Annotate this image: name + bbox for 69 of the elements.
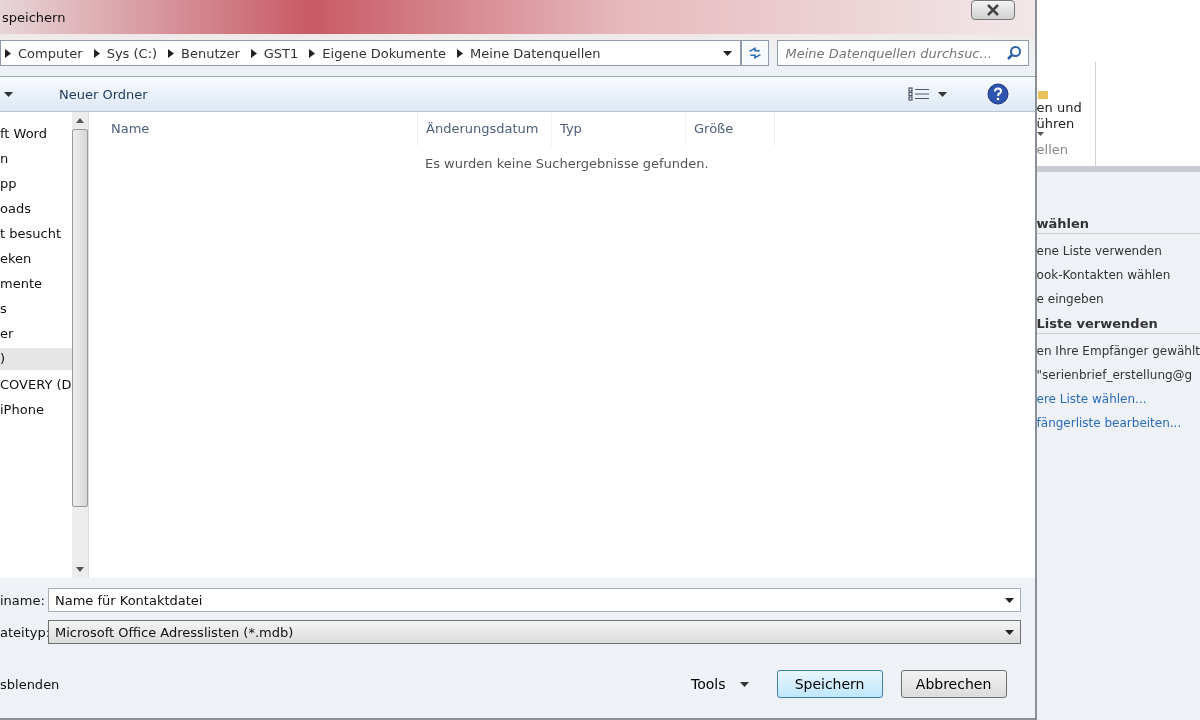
hide-folders-link[interactable]: sblenden (0, 676, 60, 692)
pane-option[interactable]: ene Liste verwenden (1036, 244, 1200, 258)
pane-text: en Ihre Empfänger gewählt (1036, 344, 1200, 358)
column-header[interactable]: Größe (686, 112, 775, 146)
scrollbar[interactable] (71, 112, 88, 578)
new-folder-button[interactable]: Neuer Ordner (53, 85, 154, 103)
chevron-icon (457, 48, 464, 58)
caret-icon[interactable] (937, 91, 947, 97)
window-title: speichern (2, 9, 66, 25)
refresh-button[interactable] (740, 40, 769, 66)
nav-item[interactable]: iPhone (0, 402, 72, 417)
caret-icon (739, 681, 749, 687)
dropdown-arrow-icon[interactable] (722, 50, 732, 56)
chevron-icon (168, 48, 175, 58)
breadcrumb-item[interactable]: Computer (18, 45, 83, 61)
nav-item[interactable]: ) (0, 348, 72, 370)
chevron-icon (309, 48, 316, 58)
breadcrumb-item[interactable]: Meine Datenquellen (470, 45, 601, 61)
nav-item[interactable]: er (0, 326, 72, 341)
ribbon-button-label[interactable]: en und ühren (1036, 100, 1082, 132)
scroll-down-arrow-icon[interactable] (75, 567, 84, 572)
refresh-arrows-icon (747, 45, 762, 61)
ribbon-group-label: ellen (1036, 142, 1069, 157)
close-button[interactable] (970, 0, 1015, 20)
nav-item[interactable]: ft Word (0, 126, 72, 141)
pane-text: "serienbrief_erstellung@g (1036, 368, 1194, 382)
column-header[interactable]: Name (91, 112, 418, 146)
nav-item[interactable]: mente (0, 276, 72, 291)
section-heading: Liste verwenden (1036, 316, 1200, 334)
cancel-button[interactable]: Abbrechen (900, 670, 1007, 698)
section-heading: wählen (1036, 216, 1200, 234)
nav-item[interactable]: s (0, 301, 72, 316)
empty-message: Es wurden keine Suchergebnisse gefunden. (425, 156, 710, 171)
chevron-icon (5, 48, 11, 58)
pane-option[interactable]: e eingeben (1036, 292, 1200, 306)
caret-icon[interactable] (4, 91, 13, 97)
pane-link[interactable]: fängerliste bearbeiten... (1036, 416, 1200, 430)
column-header[interactable]: Typ (552, 112, 686, 146)
breadcrumb-item[interactable]: Benutzer (181, 45, 240, 61)
breadcrumb-item[interactable]: Eigene Dokumente (322, 45, 447, 61)
tools-button[interactable]: Tools (685, 675, 755, 693)
caret-icon[interactable] (1036, 132, 1044, 136)
chevron-icon (93, 48, 100, 58)
nav-item[interactable]: oads (0, 201, 72, 216)
column-header[interactable]: Änderungsdatum (418, 112, 552, 146)
chevron-icon (250, 48, 257, 58)
nav-item[interactable]: t besucht (0, 226, 72, 241)
view-list-icon[interactable] (907, 87, 930, 101)
dropdown-arrow-icon[interactable] (1004, 597, 1014, 603)
help-icon[interactable] (986, 83, 1009, 105)
filetype-dropdown[interactable]: Microsoft Office Adresslisten (*.mdb) (48, 620, 1021, 644)
search-icon (1005, 45, 1022, 61)
folder-icon (1036, 88, 1049, 100)
breadcrumb-item[interactable]: Sys (C:) (106, 45, 158, 61)
nav-item[interactable]: pp (0, 176, 72, 191)
pane-link[interactable]: ere Liste wählen... (1036, 392, 1200, 406)
nav-item[interactable]: eken (0, 251, 72, 266)
filename-field[interactable]: Name für Kontaktdatei (48, 588, 1021, 612)
nav-item[interactable]: n (0, 151, 72, 166)
scroll-up-arrow-icon[interactable] (75, 118, 84, 123)
close-icon (985, 4, 1000, 16)
save-button[interactable]: Speichern (776, 670, 883, 698)
breadcrumb-item[interactable]: GST1 (263, 45, 299, 61)
nav-item[interactable]: COVERY (D (0, 377, 72, 392)
field-label: iname: (0, 592, 44, 608)
address-bar[interactable]: Computer Sys (C:) Benutzer GST1 Eigene Dokumente Meine Datenquellen (0, 40, 741, 66)
dropdown-arrow-icon[interactable] (1004, 629, 1014, 635)
search-field[interactable]: Meine Datenquellen durchsuc... (776, 40, 1029, 66)
pane-option[interactable]: ook-Kontakten wählen (1036, 268, 1200, 282)
